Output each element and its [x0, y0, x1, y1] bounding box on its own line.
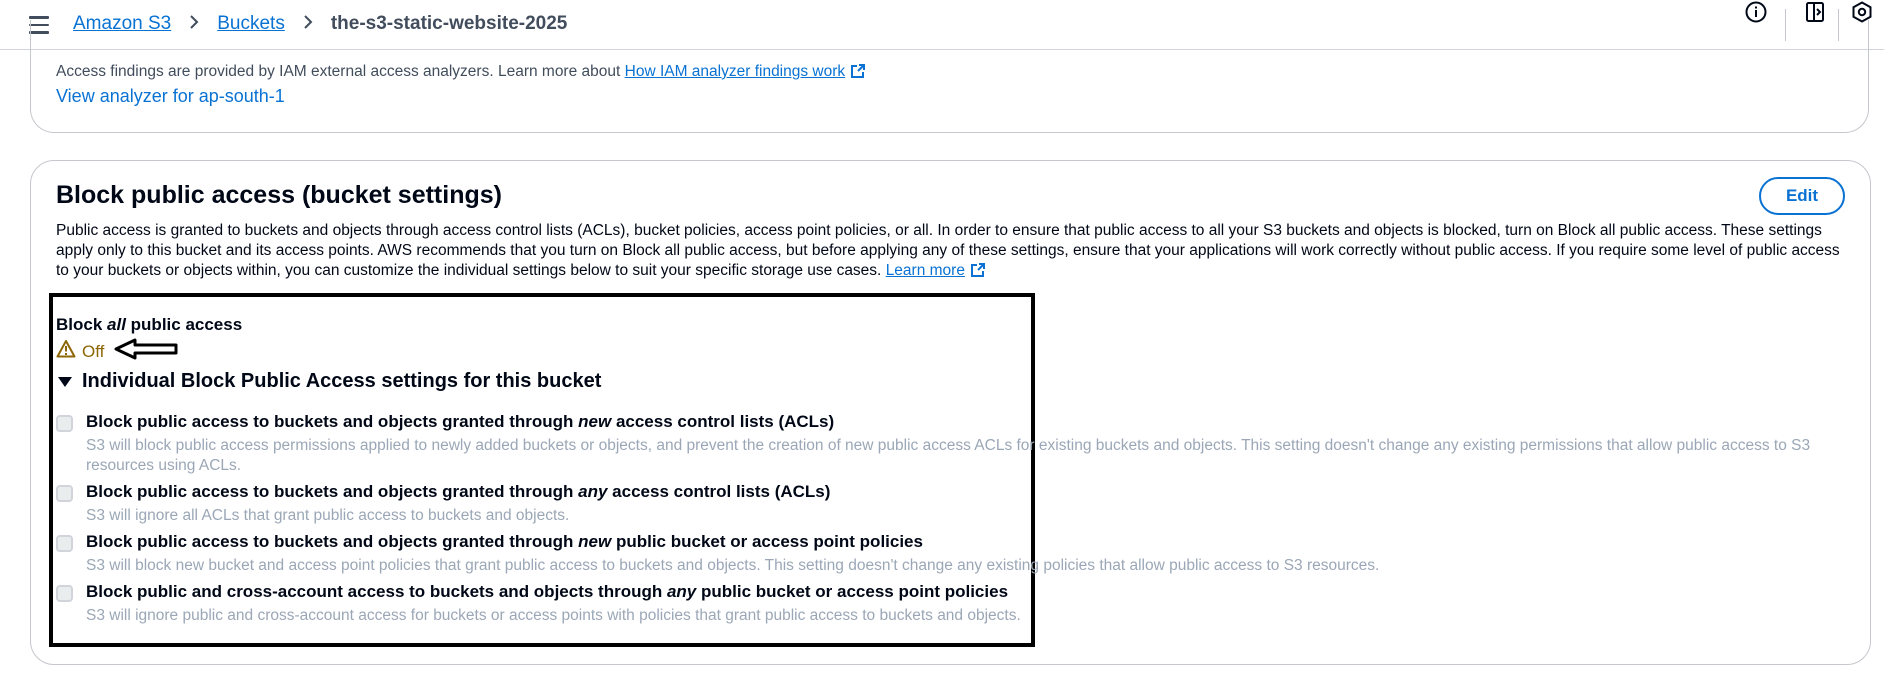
title-emphasis: any: [578, 482, 608, 501]
label-emphasis: all: [107, 315, 126, 334]
arrow-annotation-icon: [113, 338, 179, 365]
status-text: Off: [82, 341, 105, 361]
view-analyzer-link[interactable]: View analyzer for ap-south-1: [56, 86, 285, 107]
edit-button[interactable]: Edit: [1759, 177, 1845, 215]
external-link-icon: [850, 63, 866, 84]
title-emphasis: new: [578, 412, 612, 431]
block-public-access-description: Public access is granted to buckets and …: [56, 221, 1846, 284]
title-part: Block public access to buckets and objec…: [86, 482, 579, 501]
access-findings-text: Access findings are provided by IAM exte…: [56, 63, 621, 80]
title-part: Block public access to buckets and objec…: [86, 412, 579, 431]
warning-icon: [56, 339, 76, 364]
title-part: public bucket or access point policies: [696, 582, 1009, 601]
option-title: Block public and cross-account access to…: [86, 582, 1008, 602]
checkbox[interactable]: [56, 415, 73, 432]
option-title: Block public access to buckets and objec…: [86, 412, 834, 432]
block-all-status: Off: [56, 339, 104, 364]
page-section-title: Block public access (bucket settings): [56, 181, 502, 209]
access-findings-description: Access findings are provided by IAM exte…: [56, 63, 866, 84]
option-description: S3 will block new bucket and access poin…: [86, 557, 1380, 574]
learn-more-link[interactable]: Learn more: [886, 262, 965, 279]
checkbox[interactable]: [56, 535, 73, 552]
title-part: access control lists (ACLs): [607, 482, 831, 501]
option-title: Block public access to buckets and objec…: [86, 532, 923, 552]
caret-down-icon: [58, 376, 72, 387]
checkbox[interactable]: [56, 585, 73, 602]
option-title: Block public access to buckets and objec…: [86, 482, 830, 502]
title-part: Block public access to buckets and objec…: [86, 532, 579, 551]
individual-settings-expander[interactable]: Individual Block Public Access settings …: [58, 370, 601, 393]
option-description: S3 will ignore public and cross-account …: [86, 607, 1021, 624]
title-part: Block public and cross-account access to…: [86, 582, 667, 601]
title-emphasis: any: [666, 582, 697, 601]
option-description: S3 will ignore all ACLs that grant publi…: [86, 507, 570, 524]
expander-heading: Individual Block Public Access settings …: [82, 370, 602, 392]
title-part: access control lists (ACLs): [611, 412, 835, 431]
block-all-public-access-label: Block all public access: [56, 315, 242, 335]
label-part: public access: [125, 315, 243, 334]
title-part: public bucket or access point policies: [611, 532, 923, 551]
iam-analyzer-findings-link[interactable]: How IAM analyzer findings work: [625, 63, 846, 80]
option-description: S3 will block public access permissions …: [86, 437, 1811, 474]
external-link-icon: [970, 262, 986, 284]
checkbox[interactable]: [56, 485, 73, 502]
title-emphasis: new: [578, 532, 612, 551]
label-part: Block: [56, 315, 108, 334]
